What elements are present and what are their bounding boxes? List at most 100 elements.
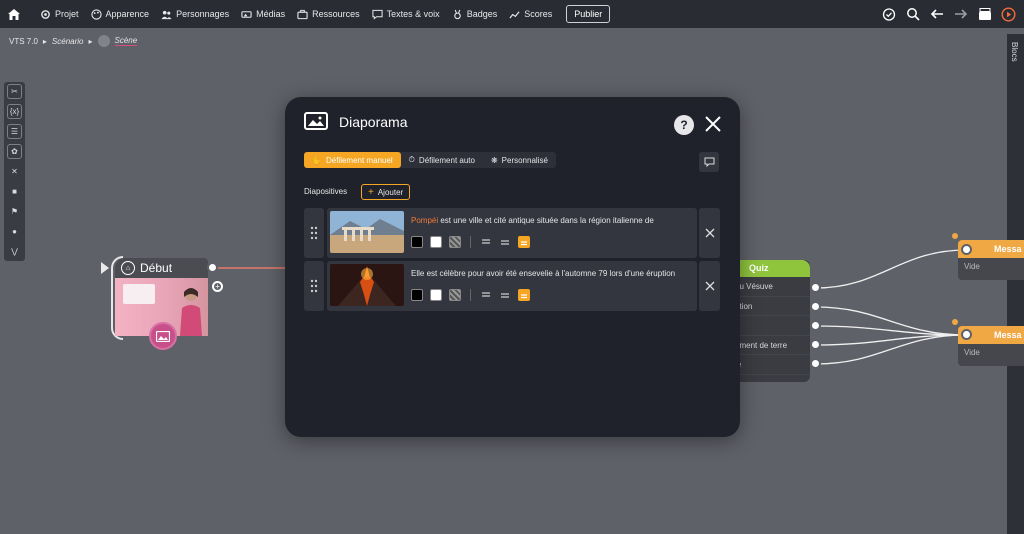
help-button[interactable]: ? (674, 115, 694, 135)
debut-output-port[interactable] (207, 262, 218, 273)
slide-text-body: Elle est célèbre pour avoir été enseveli… (411, 269, 676, 278)
list-tool-button[interactable]: ☰ (7, 124, 22, 139)
check-timer-button[interactable] (881, 7, 896, 22)
nav-badges[interactable]: Badges (452, 9, 498, 20)
drag-handle[interactable] (304, 208, 324, 258)
home-button[interactable] (0, 0, 28, 28)
modal-title: Diaporama (339, 114, 408, 130)
slide-controls (411, 289, 530, 301)
align-bottom-button[interactable] (518, 289, 530, 301)
debut-header: ⌂ Début (115, 258, 208, 278)
message-input-port[interactable] (961, 329, 972, 340)
scene-icon (97, 35, 110, 47)
slide-image[interactable] (330, 264, 404, 306)
image-badge[interactable] (149, 322, 177, 350)
color-white-swatch[interactable] (430, 236, 442, 248)
search-button[interactable] (905, 7, 920, 22)
color-black-swatch[interactable] (411, 236, 423, 248)
tab-defilement-manuel[interactable]: ✋ Défilement manuel (304, 152, 401, 168)
slide-text-highlight: Pompéi (411, 216, 439, 225)
slide-body[interactable]: Pompéi est une ville et cité antique sit… (327, 208, 697, 258)
message-body: Vide (964, 262, 980, 271)
quiz-output-port[interactable] (810, 358, 821, 369)
align-middle-button[interactable] (499, 236, 511, 248)
camera-button[interactable] (977, 7, 992, 22)
palette-icon (90, 8, 102, 20)
tab-label: Personnalisé (501, 155, 548, 165)
close-button[interactable] (702, 113, 724, 135)
custom-icon: ❋ (490, 155, 498, 165)
align-top-button[interactable] (480, 289, 492, 301)
align-middle-button[interactable] (499, 289, 511, 301)
breadcrumb-scenario[interactable]: Scénario (52, 37, 84, 46)
quiz-block[interactable]: Quiz du Vésuve ation e ement de terre ie (735, 260, 810, 382)
quiz-link-2 (815, 306, 967, 336)
people-icon (161, 10, 172, 19)
message-body: Vide (964, 348, 980, 357)
nav-projet[interactable]: Projet (40, 9, 79, 20)
blocs-panel-tab[interactable]: Blocs (1007, 34, 1024, 534)
video-tool-button[interactable]: ● (7, 224, 22, 239)
breadcrumb-scene[interactable]: Scène (114, 36, 138, 46)
scissors-tool-button[interactable]: ✂ (7, 84, 22, 99)
nav-personnages-label: Personnages (176, 9, 230, 19)
expand-tool-button[interactable]: ⋁ (7, 244, 22, 259)
chevron-right-icon: ▸ (88, 36, 93, 46)
nav-medias-label: Médias (256, 9, 286, 19)
delete-slide-button[interactable] (699, 261, 720, 311)
forward-button[interactable] (953, 7, 968, 22)
nav-ressources[interactable]: Ressources (297, 9, 360, 20)
shuffle-icon: ✕ (11, 167, 18, 176)
align-top-button[interactable] (480, 236, 492, 248)
brain-icon: ✿ (11, 147, 18, 156)
bookmark-tool-button[interactable]: ⚑ (7, 204, 22, 219)
close-icon (705, 228, 714, 238)
brain-tool-button[interactable]: ✿ (7, 144, 22, 159)
delete-slide-button[interactable] (699, 208, 720, 258)
shuffle-tool-button[interactable]: ✕ (7, 164, 22, 179)
quiz-output-port[interactable] (810, 301, 821, 312)
drag-handle[interactable] (304, 261, 324, 311)
diaporama-modal: Diaporama ? ✋ Défilement manuel ⏱ Défile… (285, 97, 740, 437)
nav-badges-label: Badges (466, 9, 498, 19)
nav-textes-voix[interactable]: Textes & voix (372, 9, 440, 20)
nav-apparence[interactable]: Apparence (90, 8, 150, 20)
align-middle-icon (501, 240, 509, 245)
quiz-output-port[interactable] (810, 282, 821, 293)
message-input-port[interactable] (961, 244, 972, 255)
plus-icon: + (368, 186, 374, 198)
nav-personnages[interactable]: Personnages (161, 9, 229, 20)
align-bottom-button[interactable] (518, 236, 530, 248)
tab-personnalise[interactable]: ❋ Personnalisé (483, 152, 556, 168)
comment-button[interactable] (699, 152, 719, 172)
divider (470, 236, 471, 248)
quiz-output-port[interactable] (810, 339, 821, 350)
slide-text[interactable]: Pompéi est une ville et cité antique sit… (411, 216, 654, 225)
publish-button[interactable]: Publier (566, 5, 611, 23)
nav-medias[interactable]: Médias (241, 9, 285, 20)
play-button[interactable] (1001, 6, 1016, 22)
check-timer-icon (882, 8, 895, 21)
slide-body[interactable]: Elle est célèbre pour avoir été enseveli… (327, 261, 697, 311)
scroll-mode-tabs: ✋ Défilement manuel ⏱ Défilement auto ❋ … (304, 152, 556, 168)
tab-defilement-auto[interactable]: ⏱ Défilement auto (401, 152, 483, 168)
quiz-output-port[interactable] (810, 320, 821, 331)
square-tool-button[interactable]: ■ (7, 184, 22, 199)
nav-apparence-label: Apparence (105, 9, 150, 19)
add-slide-button[interactable]: + Ajouter (361, 184, 411, 200)
gear-icon (41, 9, 50, 19)
slide-text[interactable]: Elle est célèbre pour avoir été enseveli… (411, 269, 675, 278)
variable-tool-button[interactable]: {x} (7, 104, 22, 119)
debut-add-port[interactable]: + (212, 281, 223, 292)
slide-image[interactable] (330, 211, 404, 253)
back-button[interactable] (929, 7, 944, 22)
debut-block[interactable]: ⌂ Début (115, 258, 208, 350)
color-white-swatch[interactable] (430, 289, 442, 301)
color-pattern-swatch[interactable] (449, 289, 461, 301)
color-pattern-swatch[interactable] (449, 236, 461, 248)
slide-text-body: est une ville et cité antique située dan… (438, 216, 654, 225)
play-circle-icon (1001, 6, 1016, 22)
comment-icon (704, 157, 714, 167)
nav-scores[interactable]: Scores (509, 9, 552, 20)
color-black-swatch[interactable] (411, 289, 423, 301)
